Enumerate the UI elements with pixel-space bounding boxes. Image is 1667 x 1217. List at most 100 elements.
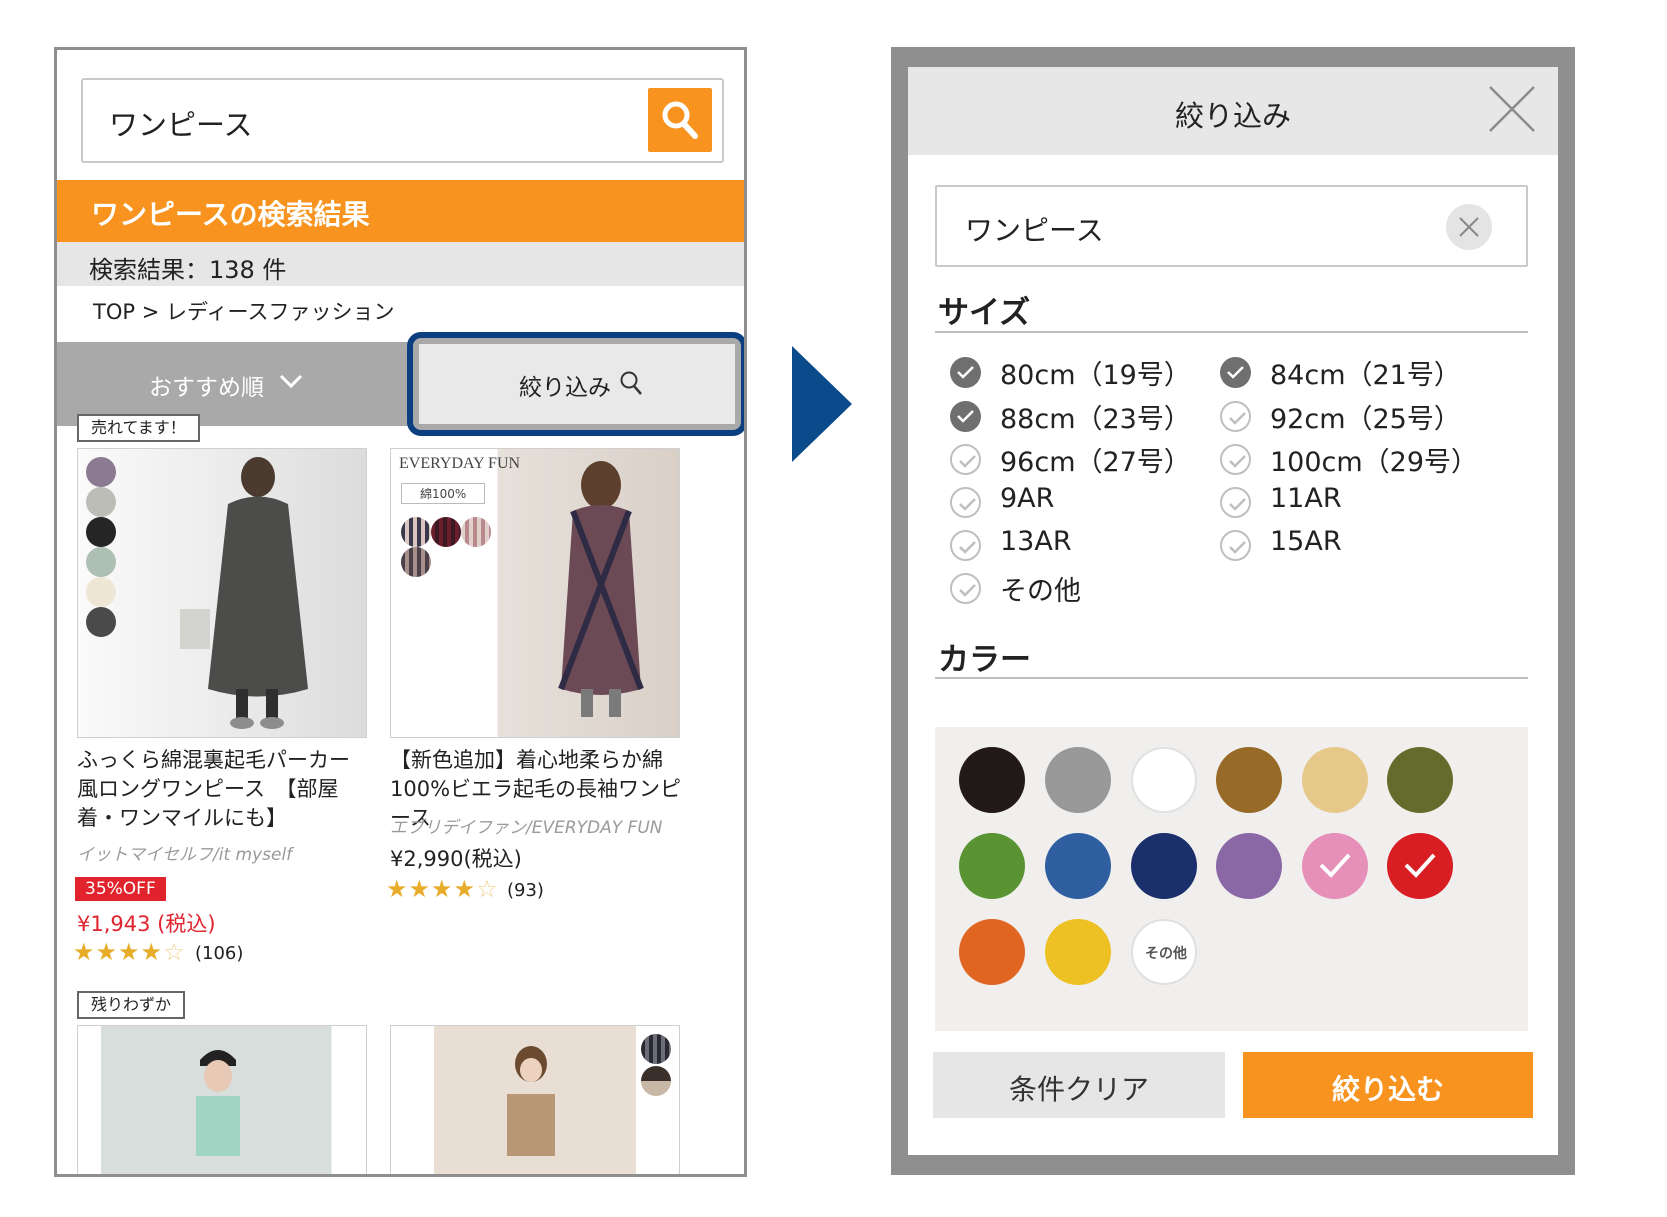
- search-button[interactable]: [648, 88, 712, 152]
- checkmark-icon: [1404, 853, 1436, 878]
- filter-modal: 絞り込み ワンピース サイズ 80cm（19号） 84cm（21号） 88cm（…: [908, 67, 1558, 1155]
- product-brand[interactable]: エブリデイファン/EVERYDAY FUN: [390, 813, 662, 838]
- color-option[interactable]: [959, 747, 1025, 813]
- color-swatch: [401, 517, 431, 547]
- search-results-screen: ワンピース ワンピースの検索結果 検索結果：138 件 TOP > レディースフ…: [54, 47, 747, 1177]
- keyword-input[interactable]: ワンピース: [935, 185, 1528, 267]
- color-option[interactable]: [1387, 747, 1453, 813]
- clear-conditions-label: 条件クリア: [1008, 1073, 1149, 1106]
- chevron-down-icon: [279, 374, 303, 389]
- color-option[interactable]: [1387, 833, 1453, 899]
- size-label: 11AR: [1270, 483, 1342, 514]
- model-figure: [558, 461, 644, 717]
- color-option[interactable]: [959, 833, 1025, 899]
- size-label: 96cm（27号）: [1000, 447, 1191, 478]
- color-swatch: [86, 457, 116, 487]
- color-option[interactable]: [1302, 747, 1368, 813]
- size-label: 92cm（25号）: [1270, 404, 1461, 435]
- close-icon[interactable]: [1488, 85, 1536, 133]
- product-image[interactable]: EVERYDAY FUN 綿100%: [390, 448, 680, 738]
- checkmark-icon: [1220, 444, 1251, 475]
- filter-label: 絞り込み: [519, 375, 611, 401]
- checkmark-icon: [950, 444, 981, 475]
- rating-stars: ★★★★☆: [386, 875, 499, 903]
- color-option-other[interactable]: その他: [1131, 919, 1197, 985]
- filter-button-highlight: 絞り込み: [407, 332, 744, 436]
- color-swatch: [641, 1034, 671, 1064]
- best-seller-tag: 売れてます！: [77, 414, 200, 442]
- product-image[interactable]: [390, 1025, 680, 1174]
- color-options: その他: [935, 727, 1528, 1031]
- next-step-arrow-icon: [792, 346, 852, 462]
- breadcrumb[interactable]: TOP > レディースファッション: [93, 296, 394, 326]
- color-swatch: [86, 487, 116, 517]
- color-option[interactable]: [1045, 919, 1111, 985]
- color-swatch: [641, 1066, 671, 1096]
- review-count[interactable]: (106): [195, 943, 243, 964]
- sort-label: おすすめ順: [149, 375, 264, 401]
- color-option[interactable]: [1302, 833, 1368, 899]
- review-count[interactable]: (93): [507, 880, 544, 901]
- color-section-heading: カラー: [938, 642, 1031, 678]
- size-section-heading: サイズ: [938, 295, 1031, 331]
- search-input-value: ワンピース: [109, 108, 253, 142]
- checkmark-icon: [1319, 853, 1351, 878]
- model-figure: [196, 1050, 240, 1156]
- divider: [935, 677, 1528, 679]
- product-price: ¥2,990(税込): [390, 847, 522, 871]
- product-image[interactable]: [77, 1025, 367, 1174]
- checkmark-icon: [950, 401, 981, 432]
- filter-button[interactable]: 絞り込み: [419, 344, 735, 424]
- color-swatch: [86, 547, 116, 577]
- search-icon: [620, 371, 642, 395]
- checkmark-icon: [950, 487, 981, 518]
- color-other-label: その他: [1145, 946, 1187, 962]
- product-title[interactable]: ふっくら綿混裏起毛パーカー風ロングワンピース 【部屋着・ワンマイルにも】: [77, 746, 369, 833]
- model-figure: [507, 1046, 555, 1156]
- color-option[interactable]: [1216, 833, 1282, 899]
- divider: [935, 331, 1528, 333]
- size-label: その他: [1000, 576, 1081, 607]
- modal-title: 絞り込み: [1174, 99, 1291, 133]
- size-label: 100cm（29号）: [1270, 447, 1479, 478]
- result-heading-bar: ワンピースの検索結果: [57, 180, 744, 242]
- clear-conditions-button[interactable]: 条件クリア: [933, 1052, 1225, 1118]
- color-swatch: [86, 577, 116, 607]
- close-icon: [1459, 217, 1479, 237]
- checkmark-icon: [950, 357, 981, 388]
- modal-header: 絞り込み: [908, 67, 1558, 155]
- result-count-bar: 検索結果：138 件: [57, 242, 744, 286]
- size-label: 88cm（23号）: [1000, 404, 1191, 435]
- result-heading: ワンピースの検索結果: [91, 198, 370, 231]
- color-option[interactable]: [1131, 747, 1197, 813]
- search-input[interactable]: ワンピース: [81, 78, 724, 163]
- apply-filter-button[interactable]: 絞り込む: [1243, 1052, 1533, 1118]
- size-label: 9AR: [1000, 483, 1055, 514]
- size-label: 13AR: [1000, 526, 1072, 557]
- clear-input-button[interactable]: [1446, 204, 1492, 250]
- apply-filter-label: 絞り込む: [1331, 1073, 1444, 1106]
- color-option[interactable]: [1216, 747, 1282, 813]
- color-option[interactable]: [1045, 833, 1111, 899]
- checkmark-icon: [950, 530, 981, 561]
- color-option[interactable]: [1131, 833, 1197, 899]
- search-icon: [662, 101, 698, 139]
- color-swatch: [86, 607, 116, 637]
- model-figure: [180, 457, 308, 729]
- color-swatch: [461, 517, 491, 547]
- checkmark-icon: [1220, 487, 1251, 518]
- color-swatch: [401, 547, 431, 577]
- size-label: 80cm（19号）: [1000, 360, 1191, 391]
- keyword-value: ワンピース: [965, 214, 1104, 247]
- size-label: 84cm（21号）: [1270, 360, 1461, 391]
- result-count: 検索結果：138 件: [89, 256, 287, 284]
- product-image[interactable]: [77, 448, 367, 738]
- low-stock-tag: 残りわずか: [77, 991, 186, 1019]
- product-brand[interactable]: イットマイセルフ/it myself: [77, 840, 292, 865]
- product-price: ¥1,943 (税込): [77, 912, 216, 936]
- size-label: 15AR: [1270, 526, 1342, 557]
- color-swatch: [431, 517, 461, 547]
- color-option[interactable]: [1045, 747, 1111, 813]
- color-option[interactable]: [959, 919, 1025, 985]
- checkmark-icon: [1220, 530, 1251, 561]
